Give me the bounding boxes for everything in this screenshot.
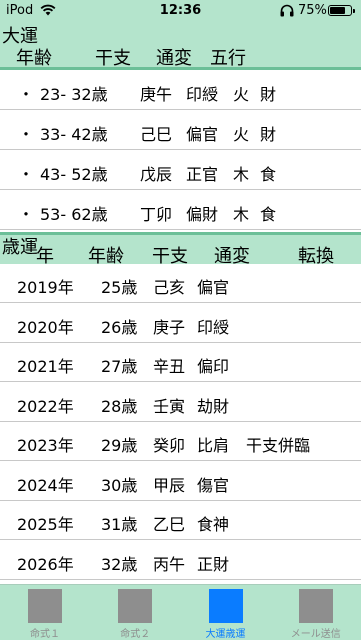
tab-3[interactable]: 大運歳運 bbox=[181, 585, 271, 640]
saiun-age: 25歳 bbox=[101, 278, 138, 297]
saiun-row[interactable]: 2023年 29歳 癸卯 比肩 干支併臨 bbox=[0, 422, 361, 461]
saiun-row[interactable]: 2026年 32歳 丙午 正財 bbox=[0, 541, 361, 580]
taiun-bullet: ・ bbox=[18, 205, 35, 224]
battery-icon bbox=[328, 5, 355, 16]
taiun-gogyo: 木 bbox=[233, 205, 250, 224]
taiun-extra: 食 bbox=[260, 165, 277, 184]
saiun-year: 2023年 bbox=[17, 436, 74, 455]
saiun-row[interactable]: 2020年 26歳 庚子 印綬 bbox=[0, 304, 361, 343]
taiun-row[interactable]: ・ 33- 42歳 己巳 偏官火財 bbox=[0, 110, 361, 150]
tab-label: 命式１ bbox=[30, 629, 60, 640]
taiun-col-tsuhen: 通変 bbox=[156, 48, 192, 69]
saiun-kanshi: 乙巳 bbox=[153, 515, 186, 534]
taiun-gogyo: 木 bbox=[233, 165, 250, 184]
saiun-title: 歳運 bbox=[2, 237, 38, 258]
saiun-year: 2020年 bbox=[17, 317, 74, 337]
saiun-year: 2022年 bbox=[17, 396, 74, 416]
taiun-header: 大運 年齢 干支 通変 五行 bbox=[0, 22, 361, 70]
saiun-year: 2024年 bbox=[17, 475, 74, 495]
saiun-year: 2025年 bbox=[17, 515, 74, 534]
status-bar: iPod 12:36 75% bbox=[0, 0, 361, 22]
saiun-header: 歳運 年 年齢 干支 通変 転換 bbox=[0, 232, 361, 267]
tab-4[interactable]: メール送信 bbox=[271, 585, 361, 640]
headphones-icon bbox=[280, 4, 294, 17]
taiun-gogyo: 火 bbox=[233, 85, 250, 104]
battery-percent: 75% bbox=[298, 3, 327, 18]
taiun-row[interactable]: ・ 53- 62歳 丁卯 偏財木食 bbox=[0, 190, 361, 230]
tab-label: 命式２ bbox=[120, 629, 151, 640]
saiun-age: 30歳 bbox=[101, 475, 138, 495]
tab-1[interactable]: 命式１ bbox=[0, 585, 90, 640]
saiun-tsuhen: 食神 bbox=[197, 515, 230, 534]
saiun-row[interactable]: 2021年 27歳 辛丑 偏印 bbox=[0, 343, 361, 382]
battery-level-fill bbox=[330, 7, 345, 14]
taiun-kanshi: 己巳 bbox=[140, 125, 173, 144]
tab-bar: 命式１ 命式２ 大運歳運 メール送信 bbox=[0, 584, 361, 640]
taiun-kanshi: 戊辰 bbox=[140, 165, 173, 184]
taiun-age: 33- 42歳 bbox=[40, 125, 108, 144]
taiun-age: 23- 32歳 bbox=[40, 85, 108, 104]
taiun-bullet: ・ bbox=[18, 85, 35, 104]
taiun-col-gogyo: 五行 bbox=[210, 48, 246, 69]
taiun-tsuhen: 偏財 bbox=[186, 205, 219, 224]
saiun-age: 27歳 bbox=[101, 357, 138, 376]
square-icon bbox=[28, 589, 62, 623]
taiun-kanshi: 庚午 bbox=[140, 85, 173, 104]
saiun-year: 2019年 bbox=[17, 278, 74, 297]
saiun-age: 28歳 bbox=[101, 396, 138, 416]
saiun-kanshi: 己亥 bbox=[153, 278, 186, 297]
tab-label: 大運歳運 bbox=[205, 629, 246, 640]
saiun-kanshi: 甲辰 bbox=[153, 475, 186, 495]
taiun-tsuhen: 正官 bbox=[186, 165, 219, 184]
saiun-year: 2026年 bbox=[17, 554, 74, 574]
saiun-tsuhen: 傷官 bbox=[197, 475, 230, 495]
taiun-bullet: ・ bbox=[18, 125, 35, 144]
saiun-kanshi: 辛丑 bbox=[153, 357, 186, 376]
taiun-extra: 食 bbox=[260, 205, 277, 224]
saiun-list[interactable]: 2019年 25歳 己亥 偏官 2020年 26歳 庚子 印綬 2021年 27歳 辛丑 偏印 2022… bbox=[0, 264, 361, 584]
taiun-extra: 財 bbox=[260, 85, 277, 104]
taiun-age: 53- 62歳 bbox=[40, 205, 108, 224]
saiun-age: 29歳 bbox=[101, 436, 138, 455]
saiun-tsuhen: 偏印 bbox=[197, 357, 230, 376]
saiun-year: 2021年 bbox=[17, 357, 74, 376]
saiun-tsuhen: 印綬 bbox=[197, 317, 230, 337]
taiun-col-kanshi: 干支 bbox=[95, 48, 131, 69]
taiun-kanshi: 丁卯 bbox=[140, 205, 173, 224]
saiun-tsuhen: 偏官 bbox=[197, 278, 230, 297]
tab-2[interactable]: 命式２ bbox=[90, 585, 180, 640]
saiun-kanshi: 壬寅 bbox=[153, 396, 186, 416]
saiun-row[interactable]: 2022年 28歳 壬寅 劫財 bbox=[0, 383, 361, 422]
saiun-row[interactable]: 2025年 31歳 乙巳 食神 bbox=[0, 501, 361, 540]
saiun-age: 26歳 bbox=[101, 317, 138, 337]
saiun-tsuhen: 劫財 bbox=[197, 396, 230, 416]
square-icon bbox=[118, 589, 153, 623]
saiun-row[interactable]: 2019年 25歳 己亥 偏官 bbox=[0, 264, 361, 303]
saiun-tsuhen: 正財 bbox=[197, 554, 230, 574]
battery-nub bbox=[353, 9, 355, 13]
taiun-row[interactable]: ・ 43- 52歳 戊辰 正官木食 bbox=[0, 150, 361, 190]
saiun-tsuhen: 比肩 bbox=[197, 436, 230, 455]
taiun-age: 43- 52歳 bbox=[40, 165, 108, 184]
taiun-bullet: ・ bbox=[18, 165, 35, 184]
saiun-age: 31歳 bbox=[101, 515, 138, 534]
taiun-tsuhen: 印綬 bbox=[186, 85, 219, 104]
square-icon bbox=[298, 589, 333, 623]
saiun-age: 32歳 bbox=[101, 554, 138, 574]
square-icon bbox=[208, 589, 243, 623]
saiun-kanshi: 癸卯 bbox=[153, 436, 186, 455]
saiun-tenkan: 干支併臨 bbox=[246, 436, 311, 455]
taiun-extra: 財 bbox=[260, 125, 277, 144]
saiun-kanshi: 庚子 bbox=[153, 317, 186, 337]
saiun-kanshi: 丙午 bbox=[153, 554, 186, 574]
saiun-row[interactable]: 2024年 30歳 甲辰 傷官 bbox=[0, 462, 361, 501]
taiun-col-age: 年齢 bbox=[16, 48, 52, 69]
tab-label: メール送信 bbox=[290, 629, 341, 640]
taiun-row[interactable]: ・ 23- 32歳 庚午 印綬火財 bbox=[0, 70, 361, 110]
taiun-tsuhen: 偏官 bbox=[186, 125, 219, 144]
taiun-gogyo: 火 bbox=[233, 125, 250, 144]
